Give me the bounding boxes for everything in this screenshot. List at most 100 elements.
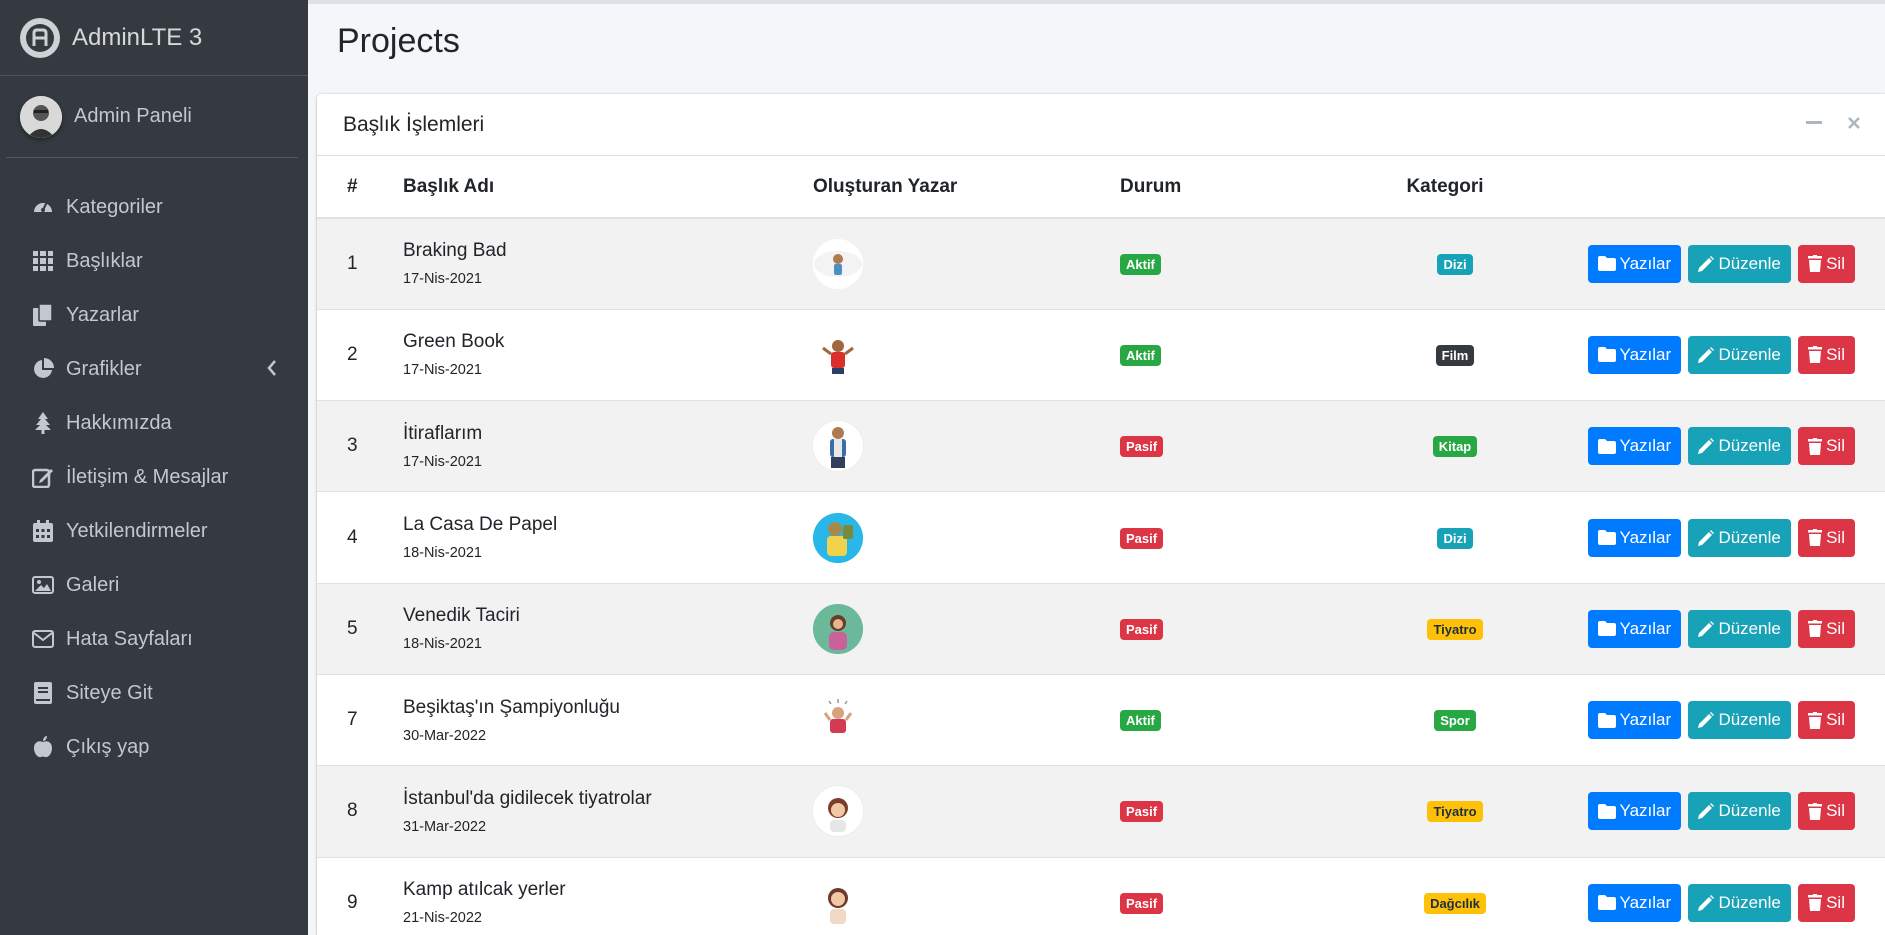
delete-button[interactable]: Sil — [1798, 609, 1855, 648]
delete-button[interactable]: Sil — [1798, 792, 1855, 831]
row-title: La Casa De Papel — [403, 514, 558, 536]
delete-button-label: Sil — [1826, 344, 1845, 364]
sidebar-item-yetkilendirmeler[interactable]: Yetkilendirmeler — [0, 504, 308, 558]
sidebar-item-label: Galeri — [66, 573, 120, 596]
row-date: 30-Mar-2022 — [403, 727, 487, 744]
calendar-icon — [30, 518, 56, 544]
category-badge: Dağcılık — [1424, 892, 1486, 914]
sidebar-item-label: Hata Sayfaları — [66, 627, 193, 650]
folder-icon — [1597, 530, 1616, 546]
delete-button[interactable]: Sil — [1798, 883, 1855, 922]
sidebar-item-hata-sayfalari[interactable]: Hata Sayfaları — [0, 612, 308, 666]
status-badge: Pasif — [1120, 892, 1164, 914]
user-panel[interactable]: Admin Paneli — [6, 76, 298, 158]
posts-button-label: Yazılar — [1619, 436, 1672, 456]
posts-button[interactable]: Yazılar — [1587, 701, 1682, 740]
category-badge: Tiyatro — [1427, 801, 1483, 823]
category-badge: Kitap — [1432, 436, 1478, 458]
author-avatar — [813, 695, 863, 746]
minus-icon[interactable] — [1805, 114, 1823, 132]
edit-button[interactable]: Düzenle — [1688, 609, 1791, 648]
sidebar-item-galeri[interactable]: Galeri — [0, 558, 308, 612]
edit-button[interactable]: Düzenle — [1688, 701, 1791, 740]
user-name: Admin Paneli — [74, 105, 192, 127]
row-title: Venedik Taciri — [403, 605, 520, 627]
posts-button-label: Yazılar — [1619, 892, 1672, 912]
posts-button-label: Yazılar — [1619, 710, 1672, 730]
posts-button[interactable]: Yazılar — [1587, 335, 1682, 374]
status-badge: Pasif — [1120, 618, 1164, 640]
author-avatar — [813, 238, 863, 289]
edit-button[interactable]: Düzenle — [1688, 518, 1791, 557]
delete-button[interactable]: Sil — [1798, 701, 1855, 740]
row-num: 3 — [347, 435, 358, 457]
edit-button-label: Düzenle — [1718, 892, 1781, 912]
status-badge: Pasif — [1120, 527, 1164, 549]
sidebar-item-label: Yazarlar — [66, 303, 139, 326]
posts-button-label: Yazılar — [1619, 527, 1672, 547]
posts-button[interactable]: Yazılar — [1587, 792, 1682, 831]
sidebar-item-cikis-yap[interactable]: Çıkış yap — [0, 720, 308, 774]
edit-button[interactable]: Düzenle — [1688, 427, 1791, 466]
delete-button-label: Sil — [1826, 253, 1845, 273]
author-avatar — [813, 512, 863, 563]
delete-button[interactable]: Sil — [1798, 518, 1855, 557]
posts-button-label: Yazılar — [1619, 618, 1672, 638]
category-badge: Film — [1435, 344, 1475, 366]
sidebar-item-kategoriler[interactable]: Kategoriler — [0, 180, 308, 234]
row-num: 7 — [347, 709, 358, 731]
folder-icon — [1597, 712, 1616, 728]
close-icon[interactable] — [1845, 114, 1863, 132]
table-row: 5 Venedik Taciri 18-Nis-2021 Pasif Tiyatr… — [317, 583, 1885, 675]
edit-button[interactable]: Düzenle — [1688, 335, 1791, 374]
brand-text: AdminLTE 3 — [72, 23, 203, 51]
sidebar-item-yazarlar[interactable]: Yazarlar — [0, 288, 308, 342]
table-header-row: # Başlık Adı Oluşturan Yazar Durum Kateg… — [317, 156, 1885, 218]
sidebar-item-iletisim[interactable]: İletişim & Mesajlar — [0, 450, 308, 504]
delete-button[interactable]: Sil — [1798, 335, 1855, 374]
trash-icon — [1808, 346, 1823, 364]
card-tools — [1805, 114, 1863, 132]
trash-icon — [1808, 255, 1823, 273]
row-date: 18-Nis-2021 — [403, 636, 482, 653]
posts-button-label: Yazılar — [1619, 801, 1672, 821]
table-row: 9 Kamp atılcak yerler 21-Nis-2022 Pasif D… — [317, 857, 1885, 935]
delete-button[interactable]: Sil — [1798, 427, 1855, 466]
folder-icon — [1597, 895, 1616, 911]
author-avatar — [813, 603, 863, 654]
sidebar-item-siteye-git[interactable]: Siteye Git — [0, 666, 308, 720]
sidebar-item-hakkimizda[interactable]: Hakkımızda — [0, 396, 308, 450]
posts-button[interactable]: Yazılar — [1587, 609, 1682, 648]
status-badge: Pasif — [1120, 801, 1164, 823]
edit-button-label: Düzenle — [1718, 801, 1781, 821]
pie-chart-icon — [30, 356, 56, 382]
table-row: 4 La Casa De Papel 18-Nis-2021 Pasif Dizi… — [317, 491, 1885, 583]
row-title: İtiraflarım — [403, 422, 483, 444]
titles-table: # Başlık Adı Oluşturan Yazar Durum Kateg… — [317, 156, 1885, 935]
header-num: # — [347, 175, 358, 197]
trash-icon — [1808, 711, 1823, 729]
sidebar-item-label: Çıkış yap — [66, 735, 150, 758]
brand-link[interactable]: AdminLTE 3 — [0, 0, 308, 76]
posts-button[interactable]: Yazılar — [1587, 427, 1682, 466]
pencil-icon — [1698, 529, 1715, 546]
row-num: 9 — [347, 891, 358, 913]
delete-button[interactable]: Sil — [1798, 244, 1855, 283]
sidebar-item-grafikler[interactable]: Grafikler — [0, 342, 308, 396]
status-badge: Aktif — [1120, 344, 1161, 366]
posts-button-label: Yazılar — [1619, 344, 1672, 364]
sidebar-item-basliklar[interactable]: Başlıklar — [0, 234, 308, 288]
folder-icon — [1597, 347, 1616, 363]
status-badge: Aktif — [1120, 253, 1161, 275]
edit-button[interactable]: Düzenle — [1688, 792, 1791, 831]
sidebar: AdminLTE 3 Admin Paneli Kategoriler Başl… — [0, 0, 308, 935]
edit-button[interactable]: Düzenle — [1688, 244, 1791, 283]
edit-button-label: Düzenle — [1718, 527, 1781, 547]
edit-button[interactable]: Düzenle — [1688, 883, 1791, 922]
delete-button-label: Sil — [1826, 618, 1845, 638]
posts-button[interactable]: Yazılar — [1587, 883, 1682, 922]
sidebar-item-label: Siteye Git — [66, 681, 153, 704]
pencil-icon — [1698, 438, 1715, 455]
posts-button[interactable]: Yazılar — [1587, 518, 1682, 557]
posts-button[interactable]: Yazılar — [1587, 244, 1682, 283]
